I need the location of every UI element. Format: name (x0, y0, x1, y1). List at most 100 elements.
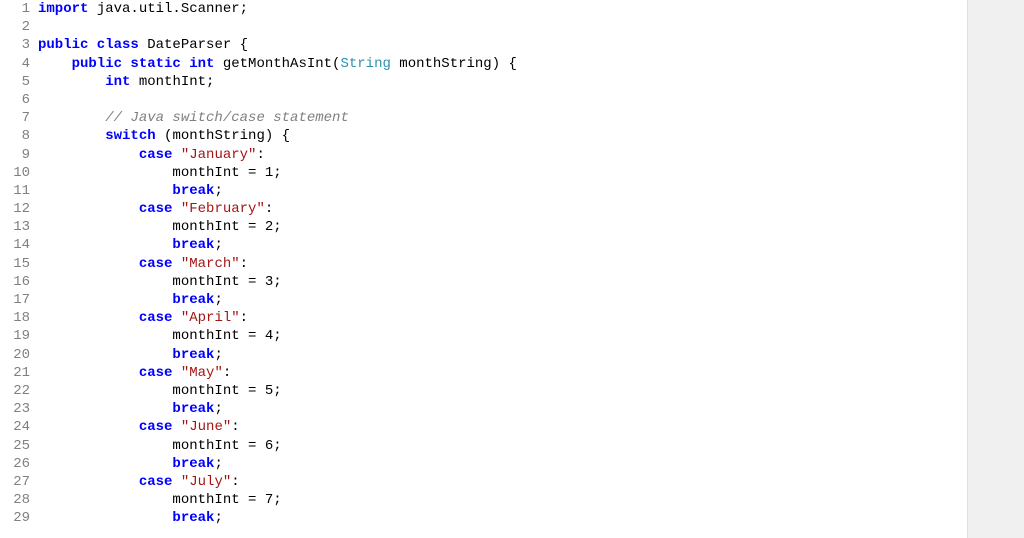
line-number: 27 (0, 473, 38, 491)
line-number: 23 (0, 400, 38, 418)
code-token: "February" (181, 201, 265, 217)
code-line[interactable]: 14 break; (0, 236, 967, 254)
code-token (38, 401, 172, 417)
code-line[interactable]: 21 case "May": (0, 364, 967, 382)
line-number: 21 (0, 364, 38, 382)
code-token: String (340, 56, 390, 72)
code-area[interactable]: 1import java.util.Scanner;23public class… (0, 0, 967, 527)
line-number: 1 (0, 0, 38, 18)
code-line[interactable]: 5 int monthInt; (0, 73, 967, 91)
code-content[interactable]: int monthInt; (38, 73, 967, 91)
code-content[interactable]: break; (38, 236, 967, 254)
code-line[interactable]: 20 break; (0, 346, 967, 364)
code-token (172, 310, 180, 326)
code-token: : (223, 365, 231, 381)
code-content[interactable] (38, 91, 967, 109)
line-number: 4 (0, 55, 38, 73)
code-token (38, 419, 139, 435)
code-line[interactable]: 6 (0, 91, 967, 109)
line-number: 29 (0, 509, 38, 527)
code-content[interactable]: case "February": (38, 200, 967, 218)
code-token: monthInt; (130, 74, 214, 90)
code-content[interactable]: break; (38, 455, 967, 473)
code-token: monthInt = 7; (38, 492, 282, 508)
code-content[interactable]: public class DateParser { (38, 36, 967, 54)
code-content[interactable]: monthInt = 3; (38, 273, 967, 291)
code-content[interactable]: case "March": (38, 255, 967, 273)
code-content[interactable]: monthInt = 7; (38, 491, 967, 509)
code-token (38, 310, 139, 326)
code-line[interactable]: 23 break; (0, 400, 967, 418)
code-token: break (172, 292, 214, 308)
code-line[interactable]: 9 case "January": (0, 146, 967, 164)
code-line[interactable]: 1import java.util.Scanner; (0, 0, 967, 18)
line-number: 16 (0, 273, 38, 291)
code-line[interactable]: 2 (0, 18, 967, 36)
code-token: : (231, 419, 239, 435)
code-token: DateParser { (139, 37, 248, 53)
code-content[interactable] (38, 18, 967, 36)
code-content[interactable]: break; (38, 346, 967, 364)
code-line[interactable]: 26 break; (0, 455, 967, 473)
code-line[interactable]: 18 case "April": (0, 309, 967, 327)
code-token: ; (214, 456, 222, 472)
code-content[interactable]: // Java switch/case statement (38, 109, 967, 127)
code-token: monthInt = 1; (38, 165, 282, 181)
code-line[interactable]: 25 monthInt = 6; (0, 437, 967, 455)
code-line[interactable]: 4 public static int getMonthAsInt(String… (0, 55, 967, 73)
code-line[interactable]: 7 // Java switch/case statement (0, 109, 967, 127)
code-line[interactable]: 10 monthInt = 1; (0, 164, 967, 182)
code-token: : (256, 147, 264, 163)
code-token: : (240, 256, 248, 272)
code-content[interactable]: public static int getMonthAsInt(String m… (38, 55, 967, 73)
code-content[interactable]: monthInt = 1; (38, 164, 967, 182)
code-line[interactable]: 3public class DateParser { (0, 36, 967, 54)
code-content[interactable]: monthInt = 6; (38, 437, 967, 455)
code-content[interactable]: break; (38, 182, 967, 200)
code-content[interactable]: break; (38, 400, 967, 418)
code-line[interactable]: 11 break; (0, 182, 967, 200)
line-number: 12 (0, 200, 38, 218)
code-token: public static int (72, 56, 215, 72)
code-line[interactable]: 13 monthInt = 2; (0, 218, 967, 236)
code-content[interactable]: case "May": (38, 364, 967, 382)
code-token: : (240, 310, 248, 326)
code-token: (monthString) { (156, 128, 290, 144)
code-token: monthInt = 2; (38, 219, 282, 235)
code-token: "April" (181, 310, 240, 326)
code-token: case (139, 201, 173, 217)
code-line[interactable]: 8 switch (monthString) { (0, 127, 967, 145)
line-number: 5 (0, 73, 38, 91)
code-line[interactable]: 16 monthInt = 3; (0, 273, 967, 291)
code-token: monthInt = 4; (38, 328, 282, 344)
code-content[interactable]: case "July": (38, 473, 967, 491)
code-content[interactable]: monthInt = 5; (38, 382, 967, 400)
code-content[interactable]: case "January": (38, 146, 967, 164)
code-editor[interactable]: 1import java.util.Scanner;23public class… (0, 0, 968, 538)
code-token: monthString) { (391, 56, 517, 72)
code-content[interactable]: break; (38, 509, 967, 527)
code-content[interactable]: case "April": (38, 309, 967, 327)
code-content[interactable]: monthInt = 4; (38, 327, 967, 345)
code-token: "May" (181, 365, 223, 381)
code-token: java.util.Scanner; (88, 1, 248, 17)
code-line[interactable]: 22 monthInt = 5; (0, 382, 967, 400)
code-content[interactable]: case "June": (38, 418, 967, 436)
code-token: switch (105, 128, 155, 144)
code-token: ; (214, 237, 222, 253)
code-line[interactable]: 17 break; (0, 291, 967, 309)
code-token: ; (214, 510, 222, 526)
code-line[interactable]: 24 case "June": (0, 418, 967, 436)
code-line[interactable]: 27 case "July": (0, 473, 967, 491)
line-number: 25 (0, 437, 38, 455)
code-line[interactable]: 19 monthInt = 4; (0, 327, 967, 345)
code-line[interactable]: 12 case "February": (0, 200, 967, 218)
code-token (38, 56, 72, 72)
code-content[interactable]: switch (monthString) { (38, 127, 967, 145)
code-content[interactable]: monthInt = 2; (38, 218, 967, 236)
code-content[interactable]: import java.util.Scanner; (38, 0, 967, 18)
code-line[interactable]: 15 case "March": (0, 255, 967, 273)
code-line[interactable]: 28 monthInt = 7; (0, 491, 967, 509)
code-line[interactable]: 29 break; (0, 509, 967, 527)
code-content[interactable]: break; (38, 291, 967, 309)
